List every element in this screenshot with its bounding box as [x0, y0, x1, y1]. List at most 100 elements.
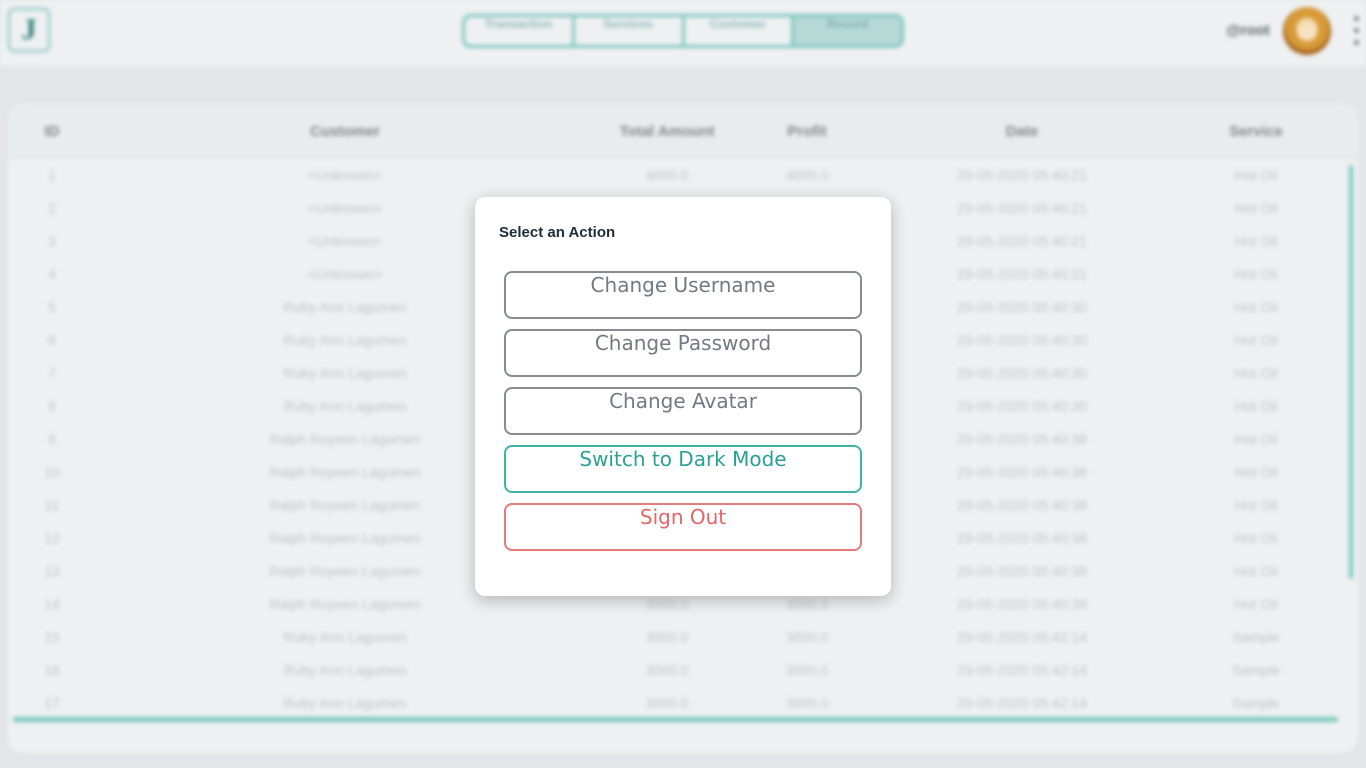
cell-customer: Ruby Ann Lagumen — [283, 332, 407, 348]
cell-date: 29-05-2020 05:40:21 — [957, 266, 1087, 282]
tab-record[interactable]: Record — [794, 17, 901, 45]
cell-date: 29-05-2020 05:40:21 — [957, 200, 1087, 216]
cell-id: 11 — [44, 497, 60, 513]
cell-id: 2 — [48, 200, 56, 216]
cell-service: Hot Oil — [1234, 200, 1278, 216]
cell-id: 14 — [44, 596, 60, 612]
cell-id: 3 — [48, 233, 56, 249]
cell-date: 29-05-2020 05:40:30 — [957, 299, 1087, 315]
column-header-profit[interactable]: Profit — [787, 123, 826, 140]
cell-id: 16 — [44, 662, 60, 678]
column-header-total-amount[interactable]: Total Amount — [620, 123, 715, 140]
cell-id: 1 — [48, 167, 56, 183]
cell-service: Hot Oil — [1234, 530, 1278, 546]
column-header-date[interactable]: Date — [1006, 123, 1039, 140]
cell-service: Hot Oil — [1234, 431, 1278, 447]
top-bar: J Transaction Services Customer Record @… — [0, 0, 1366, 66]
table-row[interactable]: 17 Ruby Ann Lagumen 3000.0 3000.0 29-05-2020… — [8, 687, 1348, 720]
cell-service: Sample — [1232, 662, 1280, 678]
cell-total-amount: 3000.0 — [645, 662, 689, 678]
cell-id: 9 — [48, 431, 56, 447]
change-avatar-button[interactable]: Change Avatar — [504, 387, 862, 435]
cell-customer: Ruby Ann Lagumen — [283, 365, 407, 381]
table-row[interactable]: 16 Ruby Ann Lagumen 3000.0 3000.0 29-05-2020… — [8, 654, 1348, 687]
vertical-scrollbar[interactable] — [1349, 165, 1353, 579]
cell-id: 13 — [44, 563, 60, 579]
cell-profit: 3000.0 — [785, 596, 829, 612]
cell-date: 29-05-2020 05:40:30 — [957, 365, 1087, 381]
cell-service: Hot Oil — [1234, 596, 1278, 612]
cell-customer: Ralph Royeen Lagumen — [269, 431, 421, 447]
cell-id: 12 — [44, 530, 60, 546]
cell-date: 29-05-2020 05:40:38 — [957, 497, 1087, 513]
horizontal-scrollbar[interactable] — [13, 717, 1338, 722]
cell-customer: Ralph Royeen Lagumen — [269, 530, 421, 546]
cell-customer: Ralph Royeen Lagumen — [269, 464, 421, 480]
column-header-customer[interactable]: Customer — [310, 123, 380, 140]
cell-date: 29-05-2020 05:40:21 — [957, 167, 1087, 183]
cell-profit: 3000.0 — [785, 629, 829, 645]
column-header-id[interactable]: ID — [45, 123, 60, 140]
change-password-button[interactable]: Change Password — [504, 329, 862, 377]
table-row[interactable]: 1 <Unknown> 4000.0 4000.0 29-05-2020 05:40:2… — [8, 159, 1348, 192]
cell-profit: 3000.0 — [785, 695, 829, 711]
cell-service: Hot Oil — [1234, 464, 1278, 480]
cell-customer: Ruby Ann Lagumen — [283, 299, 407, 315]
action-dialog: Select an Action Change Username Change … — [475, 197, 891, 596]
cell-customer: <Unknown> — [307, 200, 383, 216]
cell-date: 29-05-2020 05:40:38 — [957, 596, 1087, 612]
username-label: @root — [1226, 22, 1270, 39]
cell-id: 15 — [44, 629, 60, 645]
cell-service: Hot Oil — [1234, 299, 1278, 315]
kebab-menu-icon[interactable] — [1346, 14, 1366, 48]
dialog-title: Select an Action — [499, 224, 616, 241]
cell-service: Hot Oil — [1234, 398, 1278, 414]
cell-customer: Ralph Royeen Lagumen — [269, 563, 421, 579]
cell-date: 29-05-2020 05:42:14 — [957, 695, 1087, 711]
cell-service: Hot Oil — [1234, 233, 1278, 249]
user-avatar-icon[interactable] — [1283, 7, 1331, 55]
cell-date: 29-05-2020 05:42:14 — [957, 629, 1087, 645]
cell-id: 6 — [48, 332, 56, 348]
cell-customer: Ralph Royeen Lagumen — [269, 497, 421, 513]
cell-id: 4 — [48, 266, 56, 282]
cell-total-amount: 4000.0 — [645, 167, 689, 183]
cell-service: Sample — [1232, 695, 1280, 711]
cell-date: 29-05-2020 05:42:14 — [957, 662, 1087, 678]
cell-date: 29-05-2020 05:40:38 — [957, 530, 1087, 546]
cell-total-amount: 3000.0 — [645, 596, 689, 612]
table-row[interactable]: 15 Ruby Ann Lagumen 3000.0 3000.0 29-05-2020… — [8, 621, 1348, 654]
cell-id: 7 — [48, 365, 56, 381]
change-username-button[interactable]: Change Username — [504, 271, 862, 319]
table-header: ID Customer Total Amount Profit Date Ser… — [8, 103, 1358, 159]
cell-service: Sample — [1232, 629, 1280, 645]
cell-profit: 3000.0 — [785, 662, 829, 678]
cell-date: 29-05-2020 05:40:30 — [957, 332, 1087, 348]
cell-customer: Ruby Ann Lagumen — [283, 695, 407, 711]
app-logo[interactable]: J — [8, 8, 50, 52]
cell-service: Hot Oil — [1234, 332, 1278, 348]
cell-service: Hot Oil — [1234, 563, 1278, 579]
sign-out-button[interactable]: Sign Out — [504, 503, 862, 551]
cell-service: Hot Oil — [1234, 266, 1278, 282]
dark-mode-button[interactable]: Switch to Dark Mode — [504, 445, 862, 493]
cell-customer: Ruby Ann Lagumen — [283, 629, 407, 645]
column-header-service[interactable]: Service — [1229, 123, 1282, 140]
cell-date: 29-05-2020 05:40:38 — [957, 464, 1087, 480]
tab-services[interactable]: Services — [575, 17, 685, 45]
cell-total-amount: 3000.0 — [645, 695, 689, 711]
cell-service: Hot Oil — [1234, 167, 1278, 183]
cell-service: Hot Oil — [1234, 497, 1278, 513]
cell-customer: <Unknown> — [307, 167, 383, 183]
cell-customer: Ruby Ann Lagumen — [283, 398, 407, 414]
cell-date: 29-05-2020 05:40:38 — [957, 431, 1087, 447]
tab-customer[interactable]: Customer — [685, 17, 795, 45]
cell-date: 29-05-2020 05:40:21 — [957, 233, 1087, 249]
cell-id: 8 — [48, 398, 56, 414]
cell-profit: 4000.0 — [785, 167, 829, 183]
tab-transaction[interactable]: Transaction — [465, 17, 575, 45]
cell-customer: Ralph Royeen Lagumen — [269, 596, 421, 612]
nav-tabs: Transaction Services Customer Record — [462, 14, 904, 48]
cell-date: 29-05-2020 05:40:30 — [957, 398, 1087, 414]
cell-customer: <Unknown> — [307, 233, 383, 249]
